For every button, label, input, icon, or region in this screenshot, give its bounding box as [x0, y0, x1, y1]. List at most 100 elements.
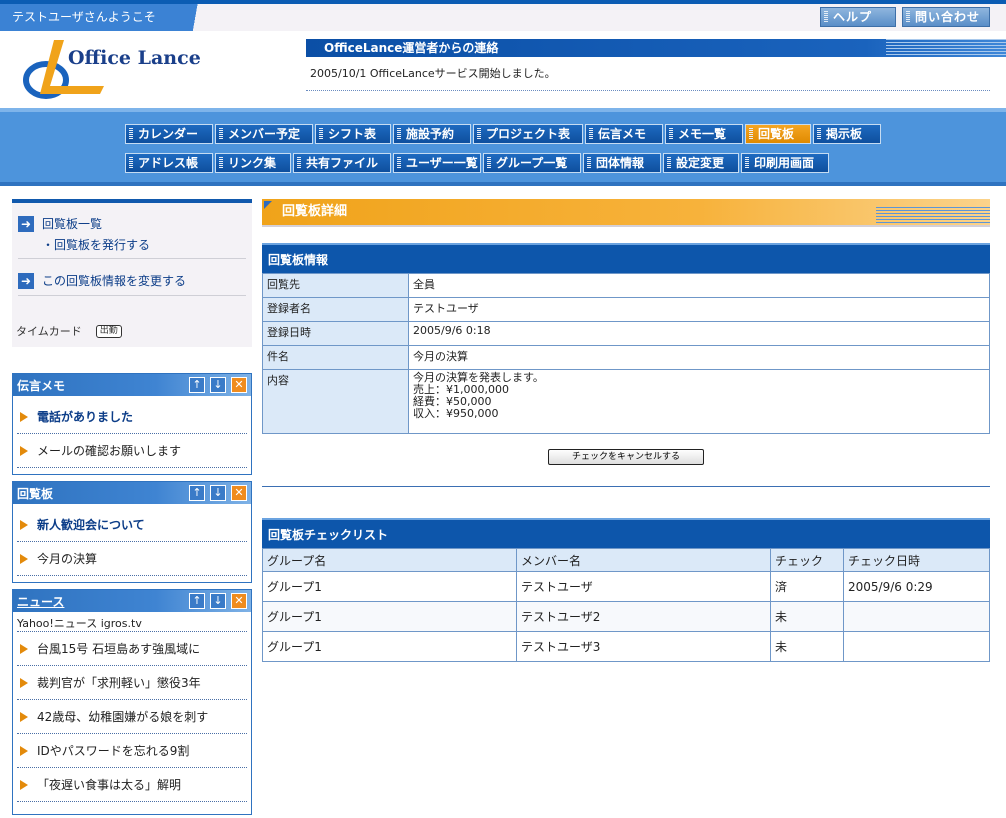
- move-up-icon[interactable]: ↑: [189, 377, 205, 393]
- close-icon[interactable]: ✕: [231, 485, 247, 501]
- nav-bulletin[interactable]: 掲示板: [813, 124, 881, 144]
- table-row: 件名 今月の決算: [262, 345, 990, 370]
- move-down-icon[interactable]: ↓: [210, 377, 226, 393]
- news-item[interactable]: 台風15号 石垣島あす強風域に: [17, 632, 247, 666]
- memo-panel-title[interactable]: 伝言メモ: [17, 377, 65, 394]
- nav-group-list[interactable]: グループ一覧: [483, 153, 581, 173]
- divider: [18, 258, 246, 259]
- table-row: グループ1 テストユーザ 済 2005/9/6 0:29: [262, 571, 990, 602]
- cell-check: 未: [770, 601, 844, 632]
- nav-memo-list[interactable]: メモ一覧: [665, 124, 743, 144]
- nav-member-schedule[interactable]: メンバー予定: [215, 124, 313, 144]
- move-up-icon[interactable]: ↑: [189, 485, 205, 501]
- page-title: 回覧板詳細: [262, 199, 990, 227]
- top-bar: テストユーザさんようこそ ヘルプ 問い合わせ: [0, 0, 1006, 31]
- news-panel-title[interactable]: ニュース: [17, 593, 64, 610]
- main-navigation: カレンダー メンバー予定 シフト表 施設予約 プロジェクト表 伝言メモ メモ一覧…: [0, 108, 1006, 186]
- notice-title: OfficeLance運営者からの連絡: [306, 39, 1006, 57]
- field-value-content: 今月の決算を発表します。 売上：¥1,000,000 経費：¥50,000 収入…: [408, 369, 990, 434]
- table-row: 内容 今月の決算を発表します。 売上：¥1,000,000 経費：¥50,000…: [262, 369, 990, 434]
- news-item[interactable]: 「夜遅い食事は太る」解明: [17, 768, 247, 802]
- move-up-icon[interactable]: ↑: [189, 593, 205, 609]
- memo-panel: 伝言メモ ↑ ↓ ✕ 電話がありました メールの確認お願いします: [12, 373, 252, 475]
- nav-calendar[interactable]: カレンダー: [125, 124, 213, 144]
- office-lance-logo[interactable]: Office Lance: [20, 36, 260, 100]
- list-item[interactable]: メールの確認お願いします: [17, 434, 247, 468]
- list-item[interactable]: 新人歓迎会について: [17, 508, 247, 542]
- field-label: 登録者名: [262, 297, 409, 322]
- field-label: 内容: [262, 369, 409, 434]
- nav-shared-files[interactable]: 共有ファイル: [293, 153, 391, 173]
- contact-button[interactable]: 問い合わせ: [902, 7, 990, 27]
- clock-in-button[interactable]: 出勤: [95, 324, 122, 338]
- news-item[interactable]: IDやパスワードを忘れる9割: [17, 734, 247, 768]
- welcome-message: テストユーザさんようこそ: [0, 4, 210, 31]
- circular-panel-title[interactable]: 回覧板: [17, 485, 53, 502]
- nav-project[interactable]: プロジェクト表: [473, 124, 583, 144]
- nav-print-view[interactable]: 印刷用画面: [741, 153, 829, 173]
- column-header: グループ名: [262, 548, 517, 572]
- field-value: 2005/9/6 0:18: [408, 321, 990, 346]
- table-row: グループ1 テストユーザ2 未: [262, 601, 990, 632]
- nav-shift[interactable]: シフト表: [315, 124, 391, 144]
- arrow-right-icon: ➜: [18, 215, 34, 232]
- column-header: チェック日時: [843, 548, 990, 572]
- news-source[interactable]: Yahoo!ニュース igros.tv: [17, 616, 247, 632]
- notice-text: 2005/10/1 OfficeLanceサービス開始しました。: [306, 57, 990, 91]
- divider: [18, 295, 246, 296]
- nav-organization-info[interactable]: 団体情報: [583, 153, 661, 173]
- field-label: 登録日時: [262, 321, 409, 346]
- nav-settings[interactable]: 設定変更: [663, 153, 739, 173]
- news-item[interactable]: 裁判官が「求刑軽い」懲役3年: [17, 666, 247, 700]
- news-item[interactable]: 42歳母、幼稚園嫌がる娘を刺す: [17, 700, 247, 734]
- table-row: 登録日時 2005/9/6 0:18: [262, 321, 990, 346]
- corner-mark-icon: [264, 201, 272, 209]
- close-icon[interactable]: ✕: [231, 377, 247, 393]
- circular-list-link[interactable]: ➜ 回覧板一覧: [18, 215, 102, 232]
- help-button[interactable]: ヘルプ: [820, 7, 896, 27]
- list-item[interactable]: 電話がありました: [17, 400, 247, 434]
- nav-facility-booking[interactable]: 施設予約: [393, 124, 471, 144]
- move-down-icon[interactable]: ↓: [210, 593, 226, 609]
- issue-circular-link[interactable]: ・回覧板を発行する: [42, 236, 150, 253]
- close-icon[interactable]: ✕: [231, 593, 247, 609]
- field-value: 今月の決算: [408, 345, 990, 370]
- cell-member: テストユーザ2: [516, 601, 771, 632]
- field-label: 件名: [262, 345, 409, 370]
- field-label: 回覧先: [262, 273, 409, 298]
- cell-check-date: 2005/9/6 0:29: [843, 571, 990, 602]
- logo-text: Office Lance: [68, 47, 201, 69]
- nav-address-book[interactable]: アドレス帳: [125, 153, 213, 173]
- column-header: チェック: [770, 548, 844, 572]
- timecard-label: タイムカード: [16, 325, 82, 338]
- nav-user-list[interactable]: ユーザー一覧: [393, 153, 481, 173]
- field-value: 全員: [408, 273, 990, 298]
- table-row: グループ1 テストユーザ3 未: [262, 631, 990, 662]
- timecard: タイムカード 出勤: [16, 323, 122, 339]
- nav-circular[interactable]: 回覧板: [745, 124, 811, 144]
- circular-panel: 回覧板 ↑ ↓ ✕ 新人歓迎会について 今月の決算: [12, 481, 252, 583]
- cell-member: テストユーザ: [516, 571, 771, 602]
- checklist-section-title: 回覧板チェックリスト: [262, 518, 990, 548]
- cell-check-date: [843, 631, 990, 662]
- cell-check-date: [843, 601, 990, 632]
- divider: [262, 486, 990, 487]
- edit-circular-link[interactable]: ➜ この回覧板情報を変更する: [18, 272, 186, 289]
- nav-memo[interactable]: 伝言メモ: [585, 124, 663, 144]
- cell-member: テストユーザ3: [516, 631, 771, 662]
- cancel-check-button[interactable]: チェックをキャンセルする: [548, 449, 704, 465]
- circular-info-table: 回覧先 全員 登録者名 テストユーザ 登録日時 2005/9/6 0:18 件名…: [262, 273, 990, 434]
- checklist-table: グループ名 メンバー名 チェック チェック日時 グループ1 テストユーザ 済 2…: [262, 548, 990, 662]
- cell-group: グループ1: [262, 601, 517, 632]
- side-menu: ➜ 回覧板一覧 ・回覧板を発行する ➜ この回覧板情報を変更する タイムカード …: [12, 199, 252, 347]
- cell-group: グループ1: [262, 571, 517, 602]
- table-row: 登録者名 テストユーザ: [262, 297, 990, 322]
- nav-links[interactable]: リンク集: [215, 153, 291, 173]
- arrow-right-icon: ➜: [18, 272, 34, 289]
- move-down-icon[interactable]: ↓: [210, 485, 226, 501]
- info-section-title: 回覧板情報: [262, 243, 990, 273]
- header: Office Lance OfficeLance運営者からの連絡 2005/10…: [0, 31, 1006, 108]
- news-panel: ニュース ↑ ↓ ✕ Yahoo!ニュース igros.tv 台風15号 石垣島…: [12, 589, 252, 815]
- table-row: 回覧先 全員: [262, 273, 990, 298]
- list-item[interactable]: 今月の決算: [17, 542, 247, 576]
